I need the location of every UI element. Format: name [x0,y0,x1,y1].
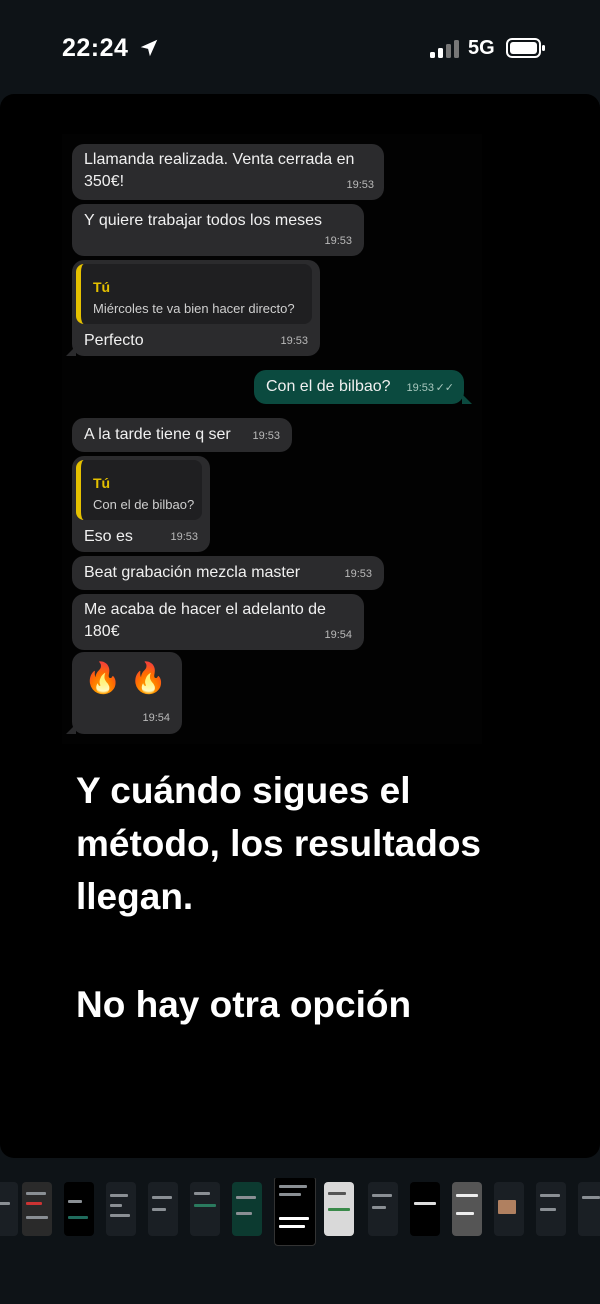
story-thumbnail[interactable] [22,1182,52,1236]
bubble-tail [462,394,472,404]
message-text: Beat grabación mezcla master [84,564,301,581]
message-time: 19:53 [324,235,352,247]
message-time: 19:54 [142,712,170,724]
message-text: 180€ [84,623,120,640]
message-text: Con el de bilbao? [266,378,391,395]
story-thumbnail[interactable] [64,1182,94,1236]
message-text: A la tarde tiene q ser [84,426,231,443]
story-thumbnail[interactable] [536,1182,566,1236]
message-time: 19:53 [406,382,434,394]
message-bubble: Tú Miércoles te va bien hacer directo? P… [72,260,320,356]
message-time: 19:53 [170,531,198,543]
story-thumbnail-current[interactable] [274,1178,316,1246]
message-time: 19:54 [324,629,352,641]
message-text: 350€! [84,173,125,190]
message-text: Me acaba de hacer el adelanto de [84,601,326,618]
quote-author: Tú [93,279,111,295]
story-thumbnail[interactable] [452,1182,482,1236]
quote-text: Con el de bilbao? [93,497,195,512]
bubble-tail [66,346,76,356]
quoted-message: Tú Con el de bilbao? [76,460,202,520]
story-thumbnail[interactable] [410,1182,440,1236]
story-thumbnail[interactable] [0,1182,18,1236]
message-time: 19:53 [280,335,308,347]
story-caption-secondary: No hay otra opción [76,984,412,1025]
story-caption: Y cuándo sigues el método, los resultado… [76,764,556,923]
message-bubble: Beat grabación mezcla master 19:53 [72,556,384,590]
signal-bars-icon [430,40,460,58]
message-time: 19:53 [346,179,374,191]
status-time: 22:24 [62,34,129,62]
message-bubble: 🔥 🔥 19:54 [72,652,182,734]
story-thumbnail[interactable] [368,1182,398,1236]
read-ticks-icon: ✓✓ [435,382,454,394]
story-thumbnail[interactable] [324,1182,354,1236]
message-text: Perfecto [84,332,144,349]
caption-line: método, los resultados [76,823,482,864]
message-text: Y quiere trabajar todos los meses [84,212,323,229]
message-bubble: Y quiere trabajar todos los meses 19:53 [72,204,364,256]
story-thumbnail[interactable] [106,1182,136,1236]
bubble-tail [66,724,76,734]
caption-line: llegan. [76,876,194,917]
message-bubble: A la tarde tiene q ser 19:53 [72,418,292,452]
location-arrow-icon [140,39,158,57]
message-bubble: Tú Con el de bilbao? Eso es 19:53 [72,456,210,552]
story-thumbnail[interactable] [232,1182,262,1236]
battery-icon [506,38,545,58]
fire-emoji: 🔥 🔥 [84,662,168,695]
message-time: 19:53 [344,568,372,580]
message-bubble: Me acaba de hacer el adelanto de 180€ 19… [72,594,364,650]
status-bar: 22:24 5G [0,0,600,96]
quoted-message: Tú Miércoles te va bien hacer directo? [76,264,312,324]
message-time: 19:53 [252,430,280,442]
quote-author: Tú [93,475,111,491]
message-text: Eso es [84,528,133,545]
message-bubble: Llamanda realizada. Venta cerrada en 350… [72,144,384,200]
story-thumbnail[interactable] [148,1182,178,1236]
quote-text: Miércoles te va bien hacer directo? [93,301,295,316]
story-card[interactable]: Llamanda realizada. Venta cerrada en 350… [0,94,600,1158]
story-thumbnail[interactable] [494,1182,524,1236]
story-thumbnail[interactable] [578,1182,600,1236]
chat-screenshot: Llamanda realizada. Venta cerrada en 350… [62,134,482,744]
story-thumbnail[interactable] [190,1182,220,1236]
message-text: Llamanda realizada. Venta cerrada en [84,151,355,168]
story-thumbnails-strip[interactable] [0,1178,600,1248]
network-type: 5G [468,37,495,59]
message-bubble-outgoing: Con el de bilbao? 19:53 ✓✓ [254,370,464,404]
caption-line: Y cuándo sigues el [76,770,411,811]
